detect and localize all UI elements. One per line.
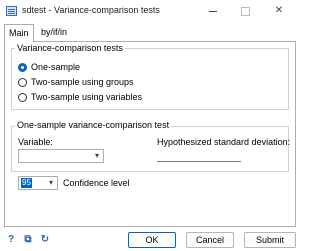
variable-combo[interactable]: ▾ (18, 149, 104, 163)
variable-label: Variable: (18, 137, 53, 147)
cancel-button[interactable]: Cancel (186, 232, 234, 248)
maximize-button (232, 0, 258, 22)
radio-button-selected[interactable] (18, 63, 27, 72)
close-button[interactable]: ✕ (266, 0, 292, 22)
dialog-window: sdtest - Variance-comparison tests ✕ Mai… (0, 0, 300, 251)
stata-dialog-icon (6, 6, 17, 16)
window-title: sdtest - Variance-comparison tests (22, 5, 160, 15)
chevron-down-icon[interactable]: ▾ (45, 177, 57, 189)
ok-button[interactable]: OK (128, 232, 176, 248)
minimize-button[interactable] (200, 0, 226, 22)
variance-tests-title: Variance-comparison tests (15, 43, 125, 53)
tab-main[interactable]: Main (4, 24, 34, 42)
copy-command-icon[interactable]: ⧉ (22, 234, 34, 246)
radio-button[interactable] (18, 93, 27, 102)
radio-label: Two-sample using variables (31, 92, 143, 102)
hypothesized-sd-label: Hypothesized standard deviation: (157, 137, 291, 147)
radio-label: Two-sample using groups (31, 77, 134, 87)
radio-label: One-sample (31, 62, 81, 72)
confidence-level-value[interactable]: 95 (21, 178, 32, 188)
help-icon[interactable]: ? (5, 234, 17, 246)
tab-by-if-in[interactable]: by/if/in (37, 24, 77, 41)
bottom-bar: ? ⧉ ↻ OK Cancel Submit (0, 229, 300, 251)
reset-icon[interactable]: ↻ (39, 234, 51, 246)
confidence-level-combo[interactable]: 95 ▾ (18, 176, 58, 190)
confidence-level-label: Confidence level (63, 178, 130, 188)
hypothesized-sd-input[interactable] (157, 149, 241, 162)
tab-panel-main: Variance-comparison tests One-sample Two… (4, 41, 296, 227)
submit-button[interactable]: Submit (244, 232, 296, 248)
one-sample-title: One-sample variance-comparison test (15, 120, 172, 130)
title-bar: sdtest - Variance-comparison tests ✕ (0, 0, 300, 22)
chevron-down-icon[interactable]: ▾ (91, 150, 103, 162)
radio-button[interactable] (18, 78, 27, 87)
